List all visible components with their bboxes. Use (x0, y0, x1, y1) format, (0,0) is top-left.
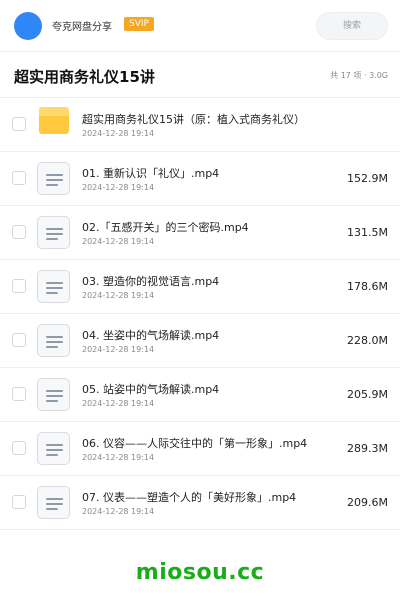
item-name: 超实用商务礼仪15讲（原：植入式商务礼仪） (82, 113, 305, 126)
checkbox[interactable] (12, 171, 26, 185)
file-list: 超实用商务礼仪15讲（原：植入式商务礼仪） 2024-12-28 19:14 0… (0, 98, 400, 530)
folder-icon (39, 107, 69, 134)
top-bar: 夸克网盘分享 SVIP 搜索 (0, 0, 400, 52)
video-file-icon (37, 270, 70, 303)
watermark: miosou.cc (135, 560, 265, 585)
brand-name: 夸克网盘分享 (52, 22, 112, 33)
item-size: 178.6M (347, 280, 388, 293)
item-date: 2024-12-28 19:14 (82, 399, 155, 408)
item-name: 05. 站姿中的气场解读.mp4 (82, 383, 220, 396)
item-size: 205.9M (347, 388, 388, 401)
video-file-icon (37, 486, 70, 519)
item-date: 2024-12-28 19:14 (82, 183, 155, 192)
list-item[interactable]: 03. 塑造你的视觉语言.mp4 2024-12-28 19:14 178.6M (0, 260, 400, 314)
item-size: 228.0M (347, 334, 388, 347)
item-date: 2024-12-28 19:14 (82, 345, 155, 354)
item-count: 共 17 项 · 3.0G (330, 71, 388, 80)
checkbox[interactable] (12, 333, 26, 347)
item-date: 2024-12-28 19:14 (82, 453, 155, 462)
list-item[interactable]: 02.「五感开关」的三个密码.mp4 2024-12-28 19:14 131.… (0, 206, 400, 260)
checkbox[interactable] (12, 441, 26, 455)
list-item[interactable]: 超实用商务礼仪15讲（原：植入式商务礼仪） 2024-12-28 19:14 (0, 98, 400, 152)
item-size: 209.6M (347, 496, 388, 509)
svip-badge: SVIP (124, 17, 154, 31)
list-item[interactable]: 05. 站姿中的气场解读.mp4 2024-12-28 19:14 205.9M (0, 368, 400, 422)
item-size: 152.9M (347, 172, 388, 185)
item-size: 131.5M (347, 226, 388, 239)
search-input[interactable]: 搜索 (316, 12, 388, 40)
video-file-icon (37, 216, 70, 249)
avatar[interactable] (14, 12, 42, 40)
item-name: 07. 仪表——塑造个人的「美好形象」.mp4 (82, 491, 297, 504)
item-name: 02.「五感开关」的三个密码.mp4 (82, 221, 249, 234)
item-name: 03. 塑造你的视觉语言.mp4 (82, 275, 220, 288)
item-size: 289.3M (347, 442, 388, 455)
video-file-icon (37, 432, 70, 465)
list-item[interactable]: 06. 仪容——人际交往中的「第一形象」.mp4 2024-12-28 19:1… (0, 422, 400, 476)
item-date: 2024-12-28 19:14 (82, 291, 155, 300)
video-file-icon (37, 162, 70, 195)
checkbox[interactable] (12, 117, 26, 131)
list-item[interactable]: 01. 重新认识「礼仪」.mp4 2024-12-28 19:14 152.9M (0, 152, 400, 206)
checkbox[interactable] (12, 279, 26, 293)
video-file-icon (37, 378, 70, 411)
page-title: 超实用商务礼仪15讲 (14, 68, 155, 86)
video-file-icon (37, 324, 70, 357)
list-item[interactable]: 04. 坐姿中的气场解读.mp4 2024-12-28 19:14 228.0M (0, 314, 400, 368)
item-name: 04. 坐姿中的气场解读.mp4 (82, 329, 220, 342)
checkbox[interactable] (12, 387, 26, 401)
item-name: 01. 重新认识「礼仪」.mp4 (82, 167, 220, 180)
checkbox[interactable] (12, 225, 26, 239)
list-item[interactable]: 07. 仪表——塑造个人的「美好形象」.mp4 2024-12-28 19:14… (0, 476, 400, 530)
item-date: 2024-12-28 19:14 (82, 237, 155, 246)
item-date: 2024-12-28 19:14 (82, 129, 155, 138)
folder-header: 超实用商务礼仪15讲 共 17 项 · 3.0G (0, 52, 400, 98)
item-date: 2024-12-28 19:14 (82, 507, 155, 516)
item-name: 06. 仪容——人际交往中的「第一形象」.mp4 (82, 437, 308, 450)
checkbox[interactable] (12, 495, 26, 509)
